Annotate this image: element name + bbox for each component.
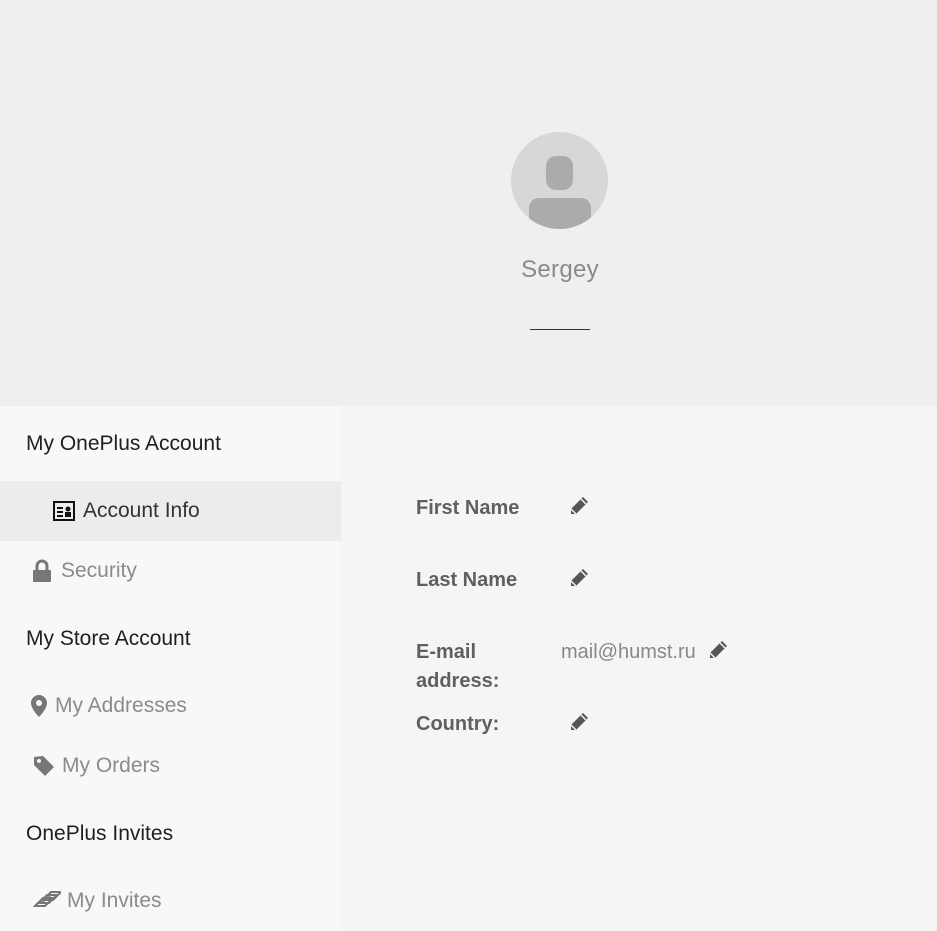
edit-email-button[interactable] [706,640,730,664]
id-card-icon [53,499,75,523]
section-oneplus-invites: OnePlus Invites [26,822,174,845]
pencil-icon [568,711,590,738]
map-pin-icon [30,694,48,718]
country-label: Country: [416,713,500,735]
section-my-store-account: My Store Account [26,627,191,650]
lock-icon [31,559,53,583]
sidebar-item-label: Security [61,559,137,582]
edit-last-name-button[interactable] [567,568,591,592]
avatar-body-shape [529,198,591,229]
sidebar-item-label: My Orders [62,754,161,777]
avatar[interactable] [511,132,608,229]
edit-first-name-button[interactable] [567,496,591,520]
sidebar-item-security[interactable]: Security [0,541,341,601]
tickets-icon [33,889,61,913]
sidebar-item-label: Account Info [83,499,200,522]
pencil-icon [707,639,729,666]
avatar-head-shape [546,156,573,190]
username-underline [530,329,590,330]
sidebar: My OnePlus Account Account Info Security… [0,406,341,931]
first-name-label: First Name [416,497,520,519]
sidebar-item-my-invites[interactable]: My Invites [0,871,341,931]
pencil-icon [568,567,590,594]
sidebar-item-account-info[interactable]: Account Info [0,481,341,541]
email-value: mail@humst.ru [561,641,696,663]
account-info-panel: First Name Last Name E-mail address: mai… [341,406,937,931]
tag-icon [33,754,55,778]
section-my-oneplus-account: My OnePlus Account [26,432,221,455]
email-label: E-mail address: [416,641,500,692]
sidebar-item-label: My Addresses [55,694,187,717]
sidebar-item-my-orders[interactable]: My Orders [0,736,341,796]
sidebar-item-label: My Invites [67,889,162,912]
edit-country-button[interactable] [567,712,591,736]
username: Sergey [521,256,599,283]
last-name-label: Last Name [416,569,518,591]
profile-header: Sergey [0,0,937,406]
pencil-icon [568,495,590,522]
sidebar-item-my-addresses[interactable]: My Addresses [0,676,341,736]
